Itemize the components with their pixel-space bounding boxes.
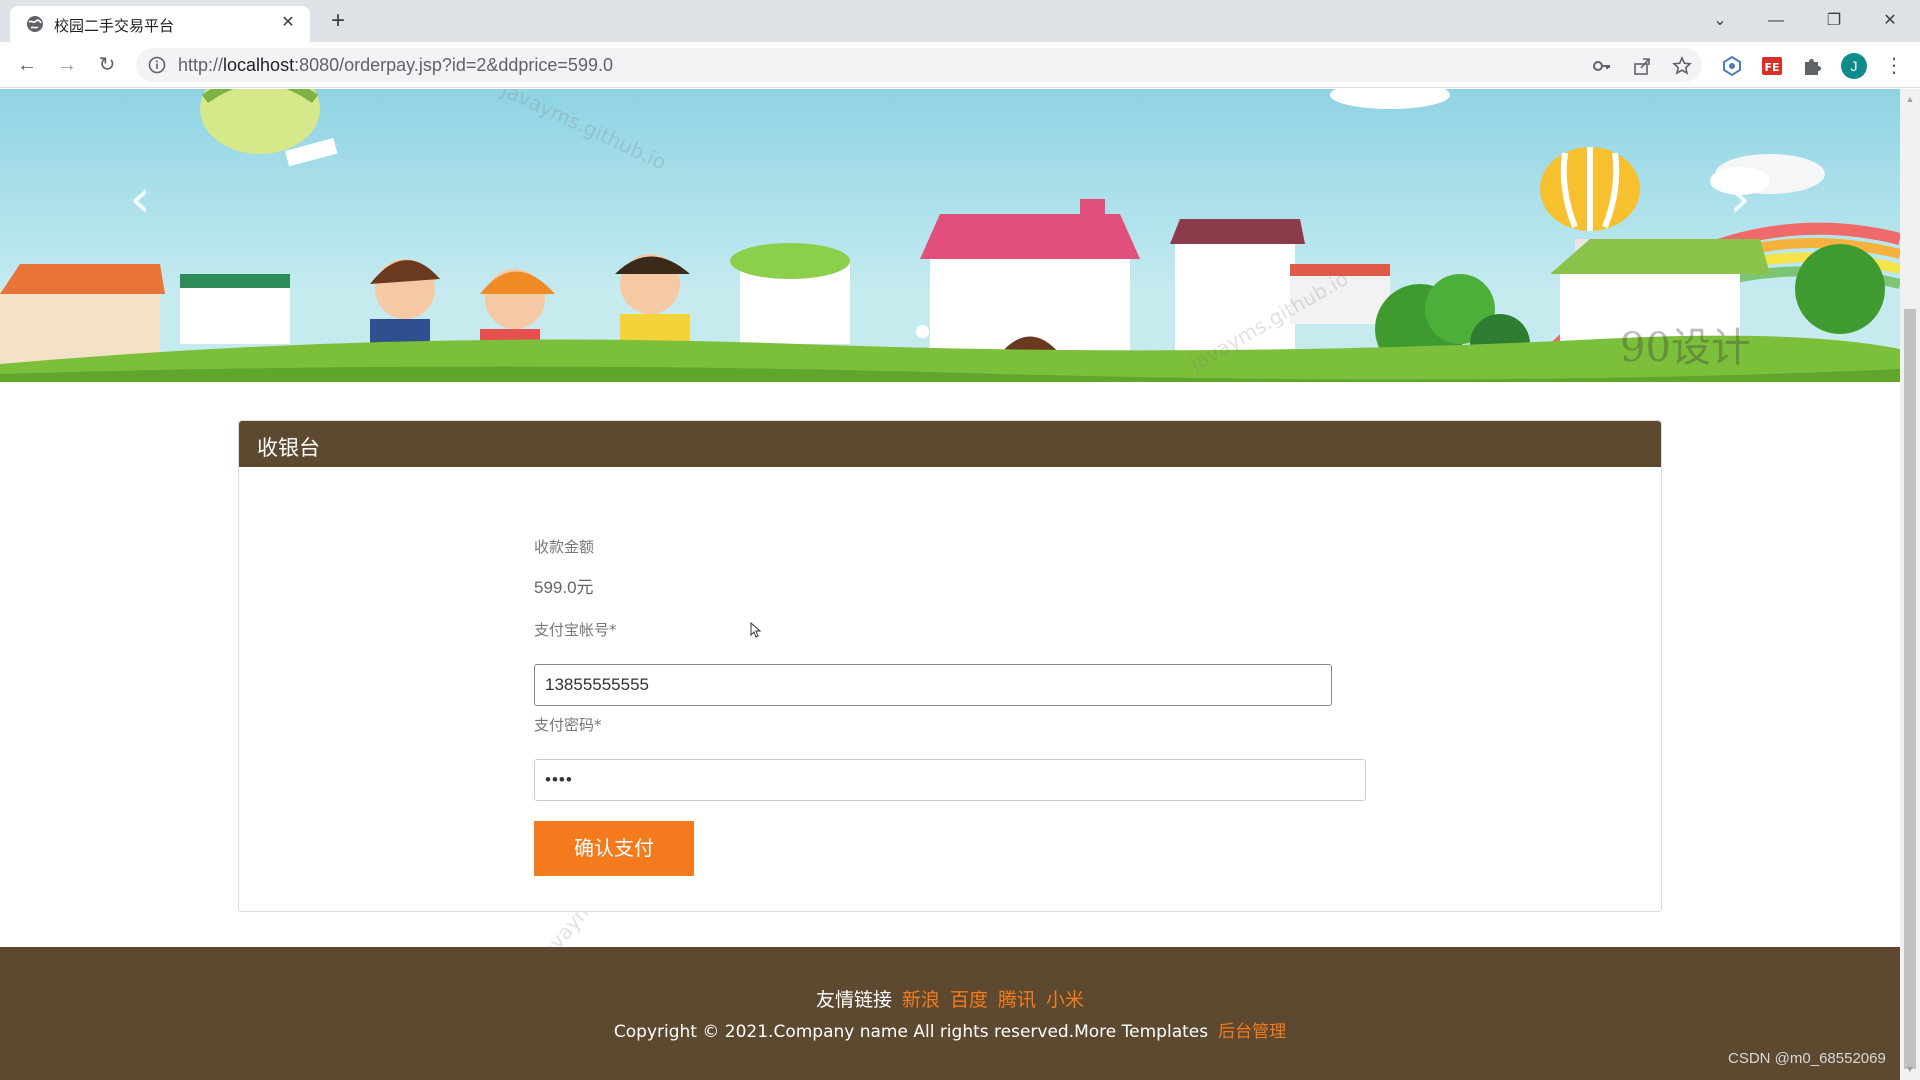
star-icon[interactable] [1672,56,1692,76]
close-tab-icon[interactable]: ✕ [278,13,298,33]
new-tab-button[interactable]: + [324,8,352,36]
amount-label: 收款金额 [534,538,595,556]
payment-password-input[interactable]: •••• [534,759,1366,801]
url-text: http://localhost:8080/orderpay.jsp?id=2&… [178,55,613,75]
tab-title: 校园二手交易平台 [54,17,175,35]
back-button[interactable]: ← [12,50,42,80]
page-scrollbar[interactable]: ▲ ▼ [1900,89,1920,1080]
account-label: 支付宝帐号* [534,621,617,639]
link-baidu[interactable]: 百度 [950,989,988,1011]
banner-carousel: 90设计 ‹ › [0,89,1900,382]
panel-title: 收银台 [257,436,320,460]
carousel-dot-2[interactable] [935,325,948,338]
confirm-pay-button[interactable]: 确认支付 [534,821,694,876]
carousel-dot-3[interactable] [954,325,967,338]
csdn-watermark: CSDN @m0_68552069 [1728,1050,1886,1067]
globe-icon [27,16,43,32]
puzzle-icon[interactable] [1800,55,1824,79]
browser-tab-bar: 校园二手交易平台 ✕ + ⌄ — ❐ ✕ [0,0,1920,42]
scroll-down-arrow[interactable]: ▼ [1904,1063,1916,1075]
page-footer: 友情链接 新浪 百度 腾讯 小米 Copyright © 2021.Company na… [0,947,1900,1080]
key-icon[interactable] [1592,56,1612,76]
copyright-row: Copyright © 2021.Company name All rights… [0,1017,1900,1042]
page-viewport: 90设计 ‹ › javayms.github.io javayms.githu… [0,89,1900,1080]
copyright-text: Copyright © 2021.Company name All rights… [613,1022,1209,1042]
alipay-account-input[interactable]: 13855555555 [534,664,1332,706]
share-icon[interactable] [1632,56,1652,76]
restore-button[interactable]: ❐ [1814,6,1854,36]
link-tencent[interactable]: 腾讯 [998,989,1036,1011]
cashier-panel: 收银台 收款金额 599.0元 支付宝帐号* 13855555555 支付密码*… [238,420,1662,912]
banner-watermark: 90设计 [1620,325,1751,371]
close-window-button[interactable]: ✕ [1870,6,1910,36]
scroll-up-arrow[interactable]: ▲ [1904,93,1916,105]
forward-button[interactable]: → [52,50,82,80]
mouse-cursor-icon [750,622,762,638]
tab-list-chevron-icon[interactable]: ⌄ [1700,6,1740,36]
reload-button[interactable]: ↻ [92,50,122,80]
password-label: 支付密码* [534,716,602,734]
browser-tab[interactable]: 校园二手交易平台 ✕ [10,6,310,42]
scroll-thumb[interactable] [1904,309,1916,1069]
fe-extension-icon[interactable]: FE [1760,55,1784,79]
svg-text:FE: FE [1764,61,1779,74]
browser-menu-icon[interactable]: ⋮ [1884,53,1904,79]
info-icon[interactable] [148,56,166,74]
carousel-next-button[interactable]: › [1715,169,1765,229]
profile-avatar[interactable]: J [1841,53,1867,79]
extension-shield-icon[interactable] [1720,55,1744,79]
browser-toolbar: ← → ↻ http://localhost:8080/orderpay.jsp… [0,42,1920,88]
link-xiaomi[interactable]: 小米 [1046,989,1084,1011]
admin-link[interactable]: 后台管理 [1218,1022,1286,1042]
carousel-dot-1[interactable] [916,325,929,338]
friend-links-label: 友情链接 [815,989,892,1011]
carousel-indicators [916,325,973,339]
minimize-button[interactable]: — [1756,6,1796,36]
carousel-prev-button[interactable]: ‹ [115,169,165,229]
amount-value: 599.0元 [534,578,594,597]
friend-links: 友情链接 新浪 百度 腾讯 小米 [0,985,1900,1012]
panel-header: 收银台 [239,421,1661,467]
link-sina[interactable]: 新浪 [902,989,940,1011]
address-bar[interactable]: http://localhost:8080/orderpay.jsp?id=2&… [136,48,1702,82]
